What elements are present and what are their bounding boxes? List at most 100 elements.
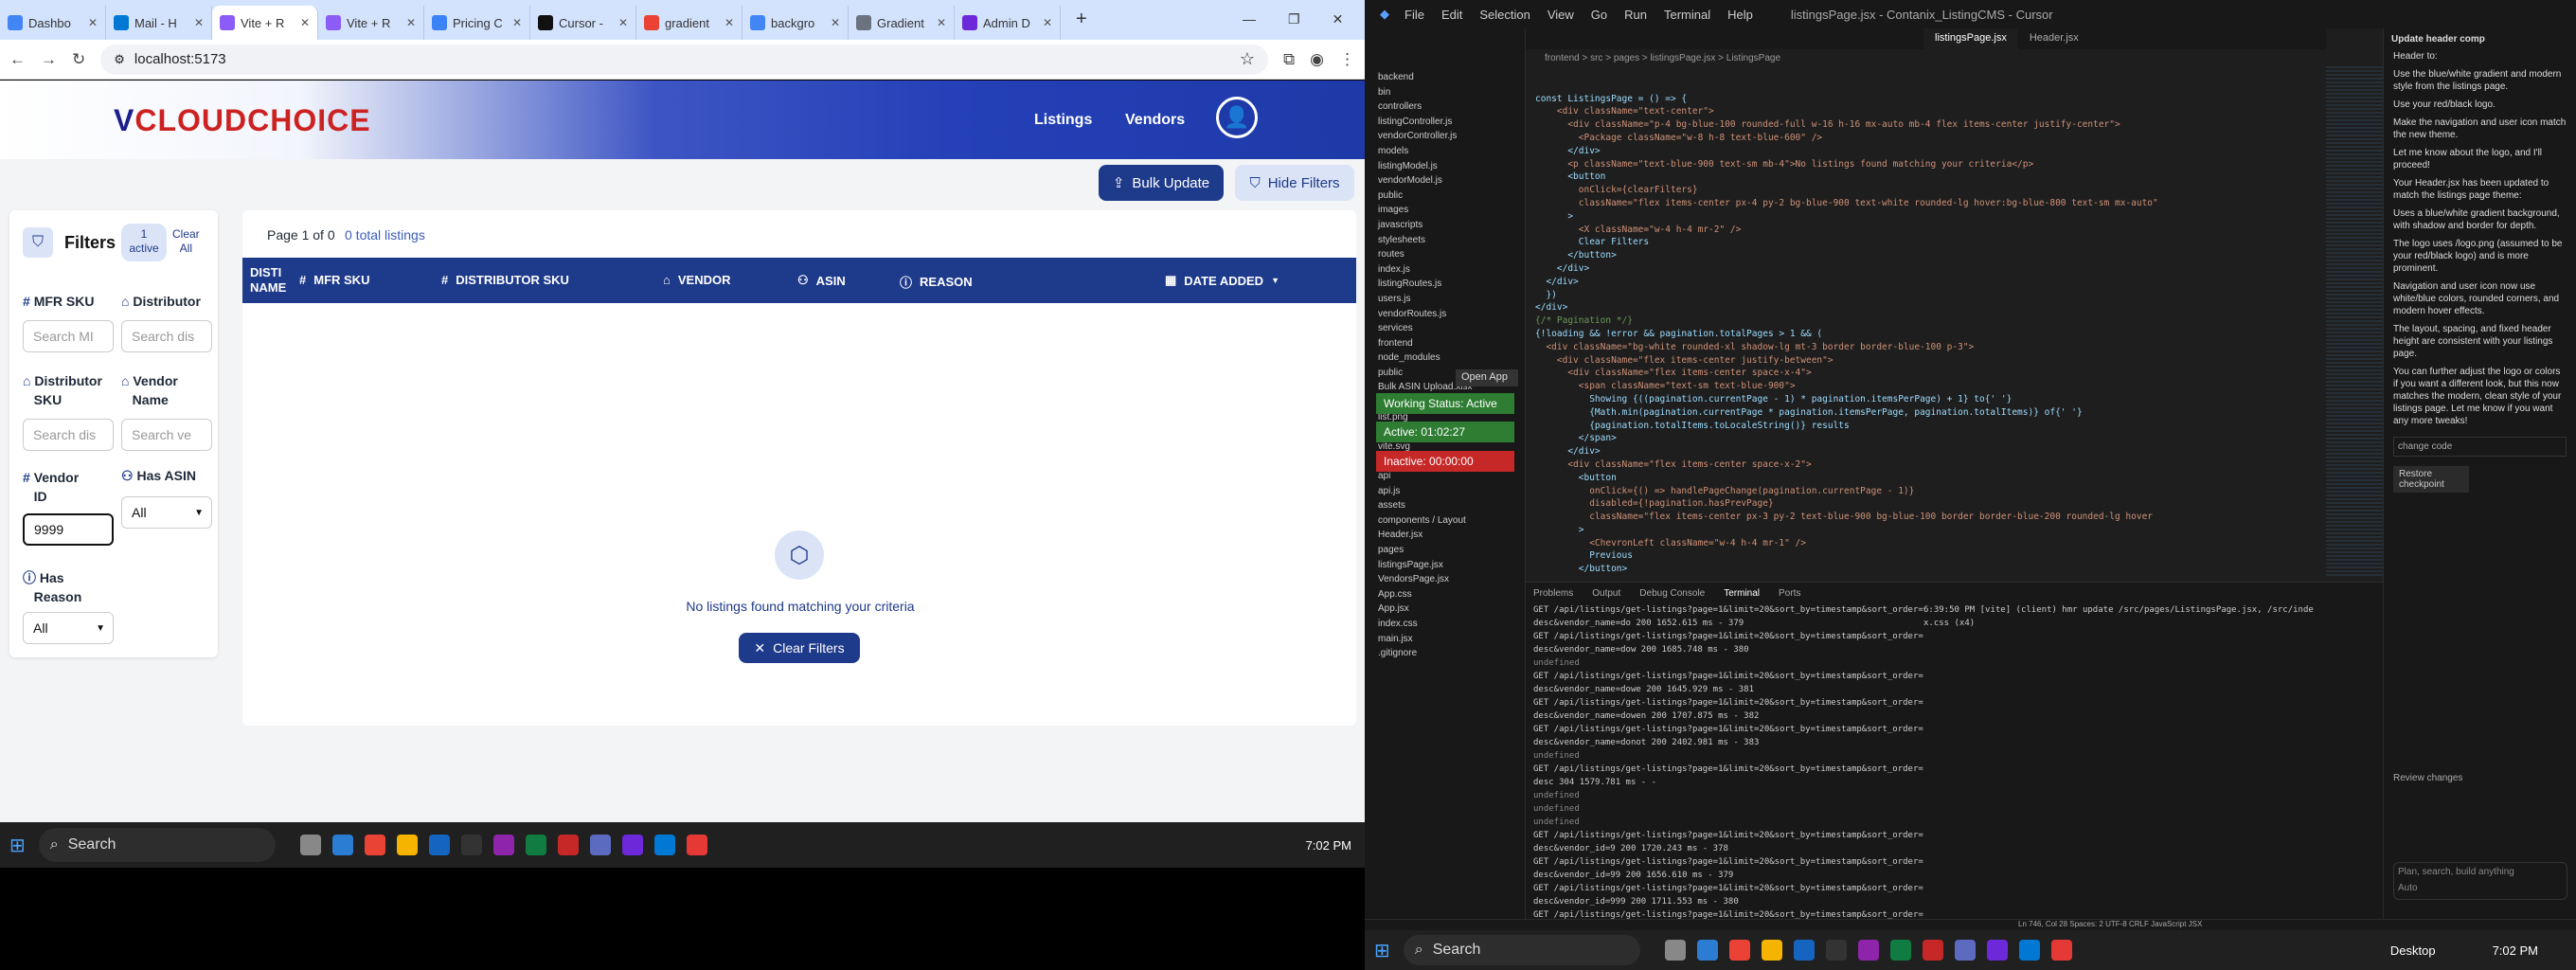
explorer-item[interactable]: public: [1365, 189, 1525, 204]
taskbar-app-icon[interactable]: [364, 835, 385, 855]
taskbar-app-icon[interactable]: [589, 835, 611, 855]
taskbar-search[interactable]: ⌕ Search: [38, 828, 276, 862]
open-app-button[interactable]: Open App: [1456, 369, 1518, 386]
close-icon[interactable]: ✕: [1333, 11, 1344, 27]
explorer-item[interactable]: backend: [1365, 70, 1525, 85]
forward-icon[interactable]: →: [41, 50, 57, 69]
explorer-item[interactable]: index.css: [1365, 617, 1525, 632]
restore-checkpoint-button[interactable]: Restore checkpoint: [2393, 466, 2469, 493]
taskbar-app-icon[interactable]: [557, 835, 579, 855]
close-tab-icon[interactable]: ✕: [406, 16, 416, 29]
panel-tab[interactable]: Terminal: [1724, 588, 1760, 599]
close-tab-icon[interactable]: ✕: [194, 16, 204, 29]
taskbar-app-icon[interactable]: [1761, 940, 1782, 961]
site-info-icon[interactable]: ⚙: [114, 52, 125, 67]
taskbar-app-icon[interactable]: [1664, 940, 1686, 961]
browser-tab[interactable]: Dashbo ✕: [0, 6, 106, 40]
browser-tab[interactable]: Cursor - ✕: [530, 6, 636, 40]
explorer-item[interactable]: index.js: [1365, 262, 1525, 278]
taskbar-app-icon[interactable]: [1793, 940, 1815, 961]
browser-tab[interactable]: Mail - H ✕: [106, 6, 212, 40]
hide-filters-button[interactable]: ⛉ Hide Filters: [1235, 165, 1354, 201]
taskbar-app-icon[interactable]: [1889, 940, 1911, 961]
browser-tab[interactable]: Admin D ✕: [955, 6, 1061, 40]
new-tab-icon[interactable]: +: [1061, 9, 1102, 40]
menu-item[interactable]: File: [1404, 8, 1424, 22]
bulk-update-button[interactable]: ⇪ Bulk Update: [1099, 165, 1224, 201]
explorer-item[interactable]: vendorRoutes.js: [1365, 307, 1525, 322]
maximize-icon[interactable]: ❐: [1288, 11, 1300, 27]
explorer-item[interactable]: listingsPage.jsx: [1365, 558, 1525, 573]
cloudchoice-logo[interactable]: VCLOUDCHOICE: [114, 103, 371, 138]
explorer-item[interactable]: controllers: [1365, 99, 1525, 115]
windows-start-icon[interactable]: ⊞: [9, 834, 26, 857]
code-editor[interactable]: const ListingsPage = () => { <div classN…: [1526, 66, 2326, 580]
explorer-item[interactable]: api.js: [1365, 484, 1525, 499]
browser-tab[interactable]: Gradient ✕: [849, 6, 955, 40]
taskbar-app-icon[interactable]: [1696, 940, 1718, 961]
taskbar-app-icon[interactable]: [525, 835, 546, 855]
explorer-item[interactable]: .gitignore: [1365, 646, 1525, 661]
distributor-sku-input[interactable]: Search dis: [23, 419, 114, 451]
browser-tab[interactable]: Pricing C ✕: [424, 6, 530, 40]
taskbar-app-icon[interactable]: [492, 835, 514, 855]
menu-item[interactable]: View: [1547, 8, 1574, 22]
taskbar-app-icon[interactable]: [1922, 940, 1943, 961]
menu-item[interactable]: Help: [1727, 8, 1753, 22]
panel-tab[interactable]: Problems: [1533, 588, 1573, 599]
taskbar-search[interactable]: ⌕ Search: [1403, 935, 1640, 965]
explorer-item[interactable]: listingRoutes.js: [1365, 277, 1525, 292]
bookmark-star-icon[interactable]: ☆: [1240, 49, 1255, 69]
close-tab-icon[interactable]: ✕: [831, 16, 840, 29]
explorer-item[interactable]: listingModel.js: [1365, 159, 1525, 174]
has-asin-select[interactable]: All ▼: [121, 496, 212, 529]
taskbar-app-icon[interactable]: [331, 835, 353, 855]
panel-tab[interactable]: Ports: [1779, 588, 1800, 599]
minimize-icon[interactable]: —: [1243, 11, 1256, 27]
explorer-item[interactable]: main.jsx: [1365, 632, 1525, 647]
menu-item[interactable]: Terminal: [1664, 8, 1710, 22]
taskbar-app-icon[interactable]: [396, 835, 418, 855]
explorer-item[interactable]: assets: [1365, 498, 1525, 513]
explorer-item[interactable]: App.jsx: [1365, 602, 1525, 617]
menu-item[interactable]: Edit: [1441, 8, 1462, 22]
browser-tab[interactable]: gradient ✕: [636, 6, 742, 40]
extensions-icon[interactable]: ⧉: [1283, 50, 1295, 69]
panel-tab[interactable]: Debug Console: [1639, 588, 1705, 599]
explorer-item[interactable]: components / Layout: [1365, 513, 1525, 529]
vendor-id-input[interactable]: 9999: [23, 513, 114, 546]
distributor-input[interactable]: Search dis: [121, 320, 212, 352]
user-account-button[interactable]: 👤: [1216, 97, 1258, 138]
taskbar-app-icon[interactable]: [621, 835, 643, 855]
explorer-item[interactable]: VendorsPage.jsx: [1365, 572, 1525, 587]
explorer-item[interactable]: Header.jsx: [1365, 528, 1525, 543]
explorer-item[interactable]: App.css: [1365, 587, 1525, 602]
close-tab-icon[interactable]: ✕: [724, 16, 734, 29]
explorer-item[interactable]: pages: [1365, 543, 1525, 558]
col-asin[interactable]: ⚇ ASIN: [797, 273, 846, 288]
browser-tab[interactable]: Vite + R ✕: [318, 6, 424, 40]
close-tab-icon[interactable]: ✕: [618, 16, 628, 29]
minimap[interactable]: [2326, 66, 2383, 578]
url-bar[interactable]: ⚙ localhost:5173 ☆: [100, 44, 1269, 75]
explorer-item[interactable]: users.js: [1365, 292, 1525, 307]
col-vendor[interactable]: ⌂ VENDOR: [663, 273, 730, 287]
close-tab-icon[interactable]: ✕: [512, 16, 522, 29]
close-tab-icon[interactable]: ✕: [300, 16, 310, 29]
close-tab-icon[interactable]: ✕: [88, 16, 98, 29]
taskbar-app-icon[interactable]: [428, 835, 450, 855]
browser-tab[interactable]: backgro ✕: [742, 6, 849, 40]
menu-item[interactable]: Run: [1624, 8, 1647, 22]
explorer-item[interactable]: stylesheets: [1365, 233, 1525, 248]
tab-listingspage[interactable]: listingsPage.jsx: [1923, 28, 2018, 49]
reload-icon[interactable]: ↻: [72, 50, 85, 69]
explorer-item[interactable]: listingController.js: [1365, 115, 1525, 130]
mfr-sku-input[interactable]: Search MI: [23, 320, 114, 352]
review-changes-link[interactable]: Review changes: [2393, 773, 2462, 783]
taskbar-app-icon[interactable]: [1728, 940, 1750, 961]
chat-input[interactable]: Plan, search, build anything Auto: [2393, 862, 2567, 900]
taskbar-app-icon[interactable]: [653, 835, 675, 855]
explorer-item[interactable]: vendorController.js: [1365, 129, 1525, 144]
col-distributor-sku[interactable]: # DISTRIBUTOR SKU: [441, 273, 569, 287]
windows-start-icon[interactable]: ⊞: [1374, 939, 1390, 962]
